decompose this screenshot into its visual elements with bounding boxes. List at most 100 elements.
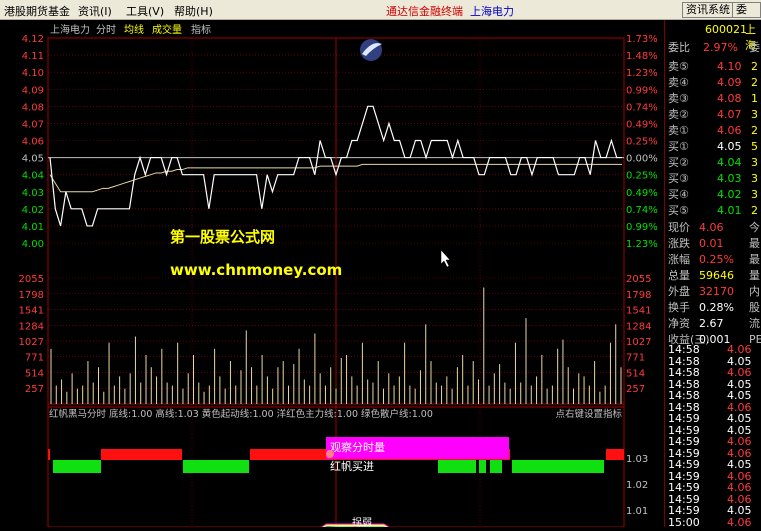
pct-tick-label: 0.49%: [626, 188, 658, 199]
volume-tick-label: 514: [25, 368, 44, 379]
signal-green-bar: [438, 460, 476, 473]
stat-tail: 量: [749, 269, 760, 282]
price-tick-label: 4.01: [22, 222, 44, 233]
volume-tick-label-right: 2055: [626, 274, 651, 285]
pct-tick-label: 0.74%: [626, 102, 658, 113]
stat-label: 净资: [668, 317, 690, 330]
tab-1: 均线: [124, 23, 144, 36]
pct-tick-label: 0.00%: [626, 154, 658, 165]
volume-tick-label-right: 1798: [626, 290, 651, 301]
buy-vol: 2: [751, 204, 758, 217]
menu-help[interactable]: 帮助(H): [174, 3, 213, 19]
sell-label: 卖②: [668, 108, 689, 121]
stat-value: 0.28%: [699, 301, 734, 314]
sell-vol: 3: [751, 108, 758, 121]
stock-title: 上海电力: [470, 5, 514, 18]
stat-tail: 最: [749, 237, 760, 250]
signal-green-bar: [53, 460, 101, 473]
volume-tick-label-right: 771: [626, 353, 645, 364]
buy-row: 买② 4.04 3: [665, 155, 761, 171]
menu-tools[interactable]: 工具(V): [126, 3, 164, 19]
buy-vol: 3: [751, 156, 758, 169]
price-tick-label: 4.12: [22, 34, 44, 45]
stock-code: 600021: [705, 23, 747, 36]
ratio-label: 委比: [668, 41, 690, 54]
tick-time: 15:00: [668, 515, 700, 529]
pct-tick-label: 0.99%: [626, 222, 658, 233]
price-tick-label: 4.10: [22, 68, 44, 79]
buy-price: 4.05: [717, 140, 742, 153]
pct-tick-label: 0.74%: [626, 205, 658, 216]
price-tick-label: 4.00: [22, 239, 44, 250]
sell-price: 4.06: [717, 124, 742, 137]
volume-tick-label: 1541: [19, 306, 44, 317]
tab-3: 指标: [191, 23, 211, 36]
ratio-tail: 委: [749, 41, 760, 54]
sell-vol: 2: [751, 76, 758, 89]
watermark-cn: 第一股票公式网: [170, 228, 275, 246]
sell-vol: 2: [751, 124, 758, 137]
pct-tick-label: 1.23%: [626, 239, 658, 250]
buy-row: 买③ 4.03 3: [665, 171, 761, 187]
watch-volume-label: 观察分时量: [330, 440, 385, 454]
menu-title[interactable]: 港股期货基金: [4, 3, 70, 19]
stat-label: 涨跌: [668, 237, 690, 250]
menu-bar: 港股期货基金 资讯(I) 工具(V) 帮助(H) 通达信金融终端 上海电力 资讯…: [0, 0, 761, 20]
intraday-chart[interactable]: 上海电力 分时 均线 成交量 指标 4.12 1.73% 4.11 1.48% 4.10 1.23%…: [0, 20, 664, 527]
tick-row: 15:00 4.06: [665, 515, 761, 531]
stat-row: 涨跌 0.01 最: [665, 236, 761, 252]
volume-tick-label: 1284: [19, 321, 44, 332]
buy-price: 4.04: [717, 156, 742, 169]
quote-header: 600021 上海: [665, 22, 761, 52]
stat-label: 外盘: [668, 285, 690, 298]
volume-tick-label: 771: [25, 353, 44, 364]
signal-green-bar: [512, 460, 604, 473]
signal-green-bar: [479, 460, 486, 473]
stat-label: 换手: [668, 301, 690, 314]
pct-tick-label: 1.23%: [626, 68, 658, 79]
signal-green-bar: [183, 460, 249, 473]
spike-label: 拐弱: [352, 516, 372, 527]
sell-label: 卖⑤: [668, 60, 689, 73]
stat-tail: 今: [749, 221, 760, 234]
volume-tick-label: 257: [25, 384, 44, 395]
volume-tick-label-right: 257: [626, 384, 645, 395]
price-tick-label: 4.04: [22, 171, 44, 182]
sell-label: 卖③: [668, 92, 689, 105]
pct-tick-label: 1.48%: [626, 51, 658, 62]
stat-tail: 最: [749, 253, 760, 266]
sell-vol: 1: [751, 92, 758, 105]
sell-row: 卖① 4.06 2: [665, 123, 761, 139]
stat-row: 净资 2.67 流: [665, 316, 761, 332]
sell-vol: 2: [751, 60, 758, 73]
info-system-button[interactable]: 资讯系统: [682, 2, 734, 18]
indicator-title: 红帆黑马分时 底线:1.00 高线:1.03 黄色起动线:1.00 洋红色主力线…: [49, 408, 433, 420]
stat-label: 涨幅: [668, 253, 690, 266]
buy-vol: 3: [751, 188, 758, 201]
price-tick-label: 4.06: [22, 137, 44, 148]
sell-price: 4.07: [717, 108, 742, 121]
order-button[interactable]: 委托买: [732, 2, 761, 18]
price-tick-label: 4.02: [22, 205, 44, 216]
pct-tick-label: 0.25%: [626, 171, 658, 182]
signal-red-bar: [101, 449, 182, 460]
buy-label: 买③: [668, 172, 689, 185]
indicator-tick-label: 1.01: [626, 506, 648, 517]
stat-row: 总量 59646 量: [665, 268, 761, 284]
price-tick-label: 4.03: [22, 188, 44, 199]
tab-2: 成交量: [152, 23, 182, 36]
mouse-cursor-icon: [440, 249, 451, 268]
stat-value: 2.67: [699, 317, 724, 330]
signal-dot-icon: [326, 450, 334, 458]
stat-value: 4.06: [699, 221, 724, 234]
price-tick-label: 4.05: [22, 154, 44, 165]
brand-title: 通达信金融终端: [386, 5, 463, 18]
sell-row: 卖② 4.07 3: [665, 107, 761, 123]
buy-price: 4.03: [717, 172, 742, 185]
buy-vol: 3: [751, 172, 758, 185]
stat-row: 现价 4.06 今: [665, 220, 761, 236]
sell-row: 卖⑤ 4.10 2: [665, 59, 761, 75]
price-tick-label: 4.08: [22, 102, 44, 113]
menu-info[interactable]: 资讯(I): [78, 3, 112, 19]
buy-label: 买①: [668, 140, 689, 153]
